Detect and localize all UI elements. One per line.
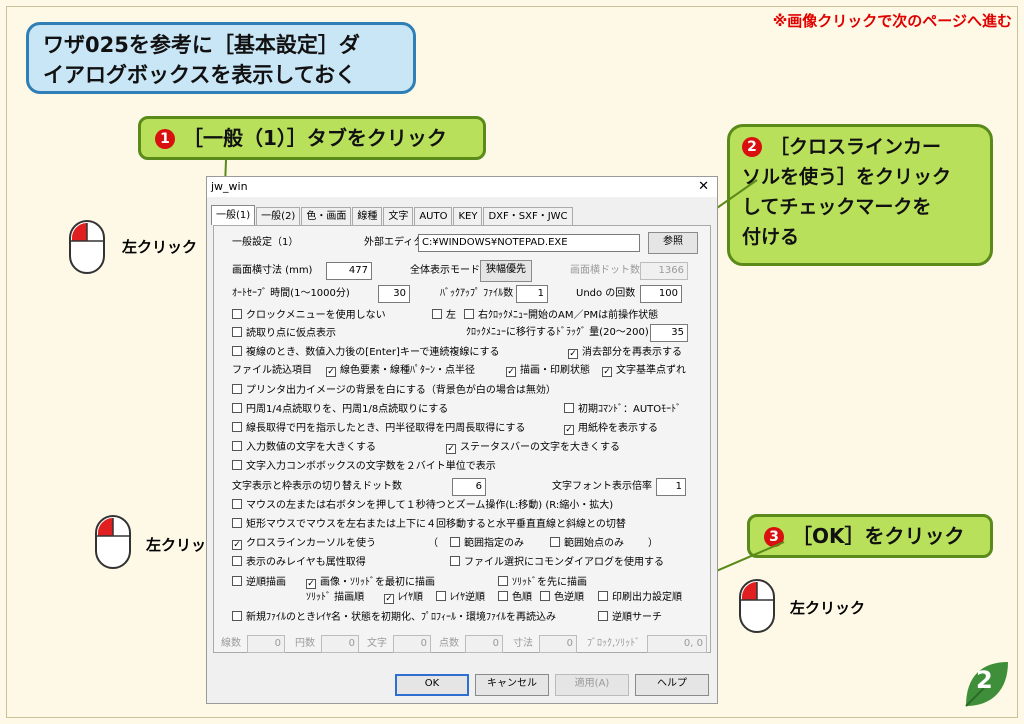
big-input-checkbox[interactable]: 入力数値の文字を大きくする (232, 441, 376, 455)
stat-value-text: 0 (393, 635, 431, 653)
layer-attr-checkbox[interactable]: 表示のみレイヤも属性取得 (232, 556, 366, 570)
color-order-checkbox[interactable]: 色順 (498, 591, 532, 605)
zoom-hold-checkbox[interactable]: マウスの左または右ボタンを押して１秒待つとズーム操作(L:移動) (R:縮小・拡… (232, 499, 613, 513)
tab-auto[interactable]: AUTO (414, 207, 453, 225)
tab-text[interactable]: 文字 (383, 207, 414, 225)
external-editor-label: 外部エディタ (364, 237, 424, 248)
tab-dxf-sxf-jwc[interactable]: DXF・SXF・JWC (483, 207, 573, 225)
backup-input[interactable]: 1 (516, 285, 548, 303)
tab-general-1[interactable]: 一般(1) (211, 205, 256, 225)
draw-print-checkbox[interactable]: ✓ 描画・印刷状態 (506, 364, 590, 378)
clock-menu-checkbox[interactable]: クロックメニューを使用しない (232, 309, 386, 323)
tab-general-2[interactable]: 一般(2) (256, 207, 301, 225)
dialog-title: jw_win (211, 180, 248, 193)
stat-label-dims: 寸法 (513, 638, 533, 649)
stat-label-circles: 円数 (295, 638, 315, 649)
stat-value-points: 0 (465, 635, 503, 653)
init-command-checkbox[interactable]: 初期ｺﾏﾝﾄﾞ：AUTOﾓｰﾄﾞ (564, 403, 681, 417)
big-status-checkbox[interactable]: ✓ ステータスバーの文字を大きくする (446, 441, 620, 455)
font-ratio-label: 文字フォント表示倍率 (552, 481, 652, 492)
circle-read-checkbox[interactable]: 円周1/4点読取りを、円周1/8点読取りにする (232, 403, 448, 417)
stat-value-block-solid: 0, 0 (647, 635, 707, 653)
stat-label-points: 点数 (439, 638, 459, 649)
new-file-init-checkbox[interactable]: 新規ﾌｧｲﾙのときﾚｲﾔ名・状態を初期化、ﾌﾟﾛﾌｨｰﾙ・環境ﾌｧｲﾙを再読込み (232, 611, 556, 625)
screen-dots-label: 画面横ドット数 (570, 265, 640, 276)
drag-amount-input[interactable]: 35 (650, 324, 688, 342)
stat-value-dims: 0 (539, 635, 577, 653)
stat-label-lines: 線数 (221, 638, 241, 649)
settings-dialog: jw_win ✕ 一般(1) 一般(2) 色・画面 線種 文字 AUTO KEY DXF・SX… (206, 176, 718, 704)
ok-button[interactable]: OK (395, 674, 469, 696)
image-solid-first-checkbox[interactable]: ✓ 画像・ｿﾘｯﾄﾞを最初に描画 (306, 576, 435, 590)
apply-button[interactable]: 適用(A) (555, 674, 629, 696)
undo-input[interactable]: 100 (640, 285, 682, 303)
multi-copy-checkbox[interactable]: 複線のとき、数値入力後の[Enter]キーで連続複線にする (232, 346, 499, 360)
stat-value-circles: 0 (321, 635, 359, 653)
right-clock-checkbox[interactable]: 右ｸﾛｯｸﾒﾆｭｰ開始のAM／PMは前操作状態 (464, 309, 658, 323)
printer-bg-checkbox[interactable]: プリンタ出力イメージの背景を白にする（背景色が白の場合は無効） (232, 384, 556, 398)
tab-line-type[interactable]: 線種 (352, 207, 383, 225)
section-title: 一般設定（1） (232, 237, 299, 248)
mouse-left-click-icon (739, 579, 775, 633)
page-number: 2 (976, 666, 993, 694)
drag-amount-label: ｸﾛｯｸﾒﾆｭｰに移行するﾄﾞﾗｯｸﾞ 量(20〜200) (466, 327, 649, 338)
general-1-panel: 一般設定（1） 外部エディタ C:¥WINDOWS¥NOTEPAD.EXE 参照… (213, 225, 711, 653)
tab-color-screen[interactable]: 色・画面 (301, 207, 352, 225)
common-dialog-checkbox[interactable]: ファイル選択にコモンダイアログを使用する (450, 556, 664, 570)
browse-button[interactable]: 参照 (648, 232, 698, 254)
line-color-checkbox[interactable]: ✓ 線色要素・線種ﾊﾟﾀｰﾝ・点半径 (326, 364, 475, 378)
autosave-input[interactable]: 30 (378, 285, 410, 303)
external-editor-input[interactable]: C:¥WINDOWS¥NOTEPAD.EXE (418, 234, 640, 252)
crossline-cursor-checkbox[interactable]: ✓ クロスラインカーソルを使う (232, 537, 376, 551)
solid-first-checkbox[interactable]: ｿﾘｯﾄﾞを先に描画 (498, 576, 587, 590)
reverse-search-checkbox[interactable]: 逆順サーチ (598, 611, 662, 625)
screen-dots-input: 1366 (640, 262, 688, 280)
file-read-label: ファイル読込項目 (232, 365, 312, 376)
print-order-checkbox[interactable]: 印刷出力設定順 (598, 591, 682, 605)
frame-dots-input[interactable]: 6 (452, 478, 486, 496)
cancel-button[interactable]: キャンセル (475, 674, 549, 696)
range-start-checkbox[interactable]: 範囲始点のみ (550, 537, 624, 551)
help-button[interactable]: ヘルプ (635, 674, 709, 696)
mouse-left-click-icon (69, 220, 105, 274)
full-display-mode-label: 全体表示モード (410, 265, 480, 276)
backup-label: ﾊﾞｯｸｱｯﾌﾟ ﾌｧｲﾙ数 (440, 288, 514, 299)
text-ref-checkbox[interactable]: ✓ 文字基準点ずれ (602, 364, 686, 378)
range-paren-open: （ (428, 538, 438, 549)
temp-point-checkbox[interactable]: 読取り点に仮点表示 (232, 327, 336, 341)
dialog-titlebar: jw_win ✕ (207, 177, 717, 197)
tab-key[interactable]: KEY (453, 207, 483, 225)
redraw-erase-checkbox[interactable]: ✓ 消去部分を再表示する (568, 346, 682, 360)
screen-width-input[interactable]: 477 (326, 262, 372, 280)
layer-reverse-checkbox[interactable]: ﾚｲﾔ逆順 (436, 591, 485, 605)
tab-bar: 一般(1) 一般(2) 色・画面 線種 文字 AUTO KEY DXF・SXF・JWC (211, 205, 574, 225)
stat-label-block-solid: ﾌﾞﾛｯｸ,ｿﾘｯﾄﾞ (587, 638, 641, 649)
mouse-left-click-icon (95, 515, 131, 569)
combo-2byte-checkbox[interactable]: 文字入力コンボボックスの文字数を２バイト単位で表示 (232, 460, 496, 474)
left-checkbox[interactable]: 左 (432, 309, 456, 323)
autosave-label: ｵｰﾄｾｰﾌﾞ 時間(1〜1000分) (232, 288, 350, 299)
reverse-draw-checkbox[interactable]: 逆順描画 (232, 576, 286, 590)
close-icon[interactable]: ✕ (698, 177, 709, 197)
layer-order-checkbox[interactable]: ✓ ﾚｲﾔ順 (384, 591, 423, 605)
paper-frame-checkbox[interactable]: ✓ 用紙枠を表示する (564, 422, 658, 436)
stat-value-lines: 0 (247, 635, 285, 653)
color-reverse-checkbox[interactable]: 色逆順 (540, 591, 584, 605)
frame-dots-label: 文字表示と枠表示の切り替えドット数 (232, 481, 402, 492)
range-specified-checkbox[interactable]: 範囲指定のみ (450, 537, 524, 551)
range-paren-close: ） (648, 538, 658, 549)
font-ratio-input[interactable]: 1 (656, 478, 686, 496)
screen-width-label: 画面横寸法 (mm) (232, 265, 313, 276)
left-click-label-1: 左クリック (122, 238, 198, 256)
left-click-label-3: 左クリック (790, 599, 866, 617)
mouse-move-switch-checkbox[interactable]: 矩形マウスでマウスを左右または上下に４回移動すると水平垂直直線と斜線との切替 (232, 518, 626, 532)
line-circle-checkbox[interactable]: 線長取得で円を指示したとき、円半径取得を円周長取得にする (232, 422, 525, 436)
full-display-mode-button[interactable]: 狭幅優先 (480, 260, 532, 282)
stat-label-text: 文字 (367, 638, 387, 649)
undo-label: Undo の回数 (576, 288, 636, 299)
solid-order-label: ｿﾘｯﾄﾞ 描画順 (306, 592, 365, 603)
